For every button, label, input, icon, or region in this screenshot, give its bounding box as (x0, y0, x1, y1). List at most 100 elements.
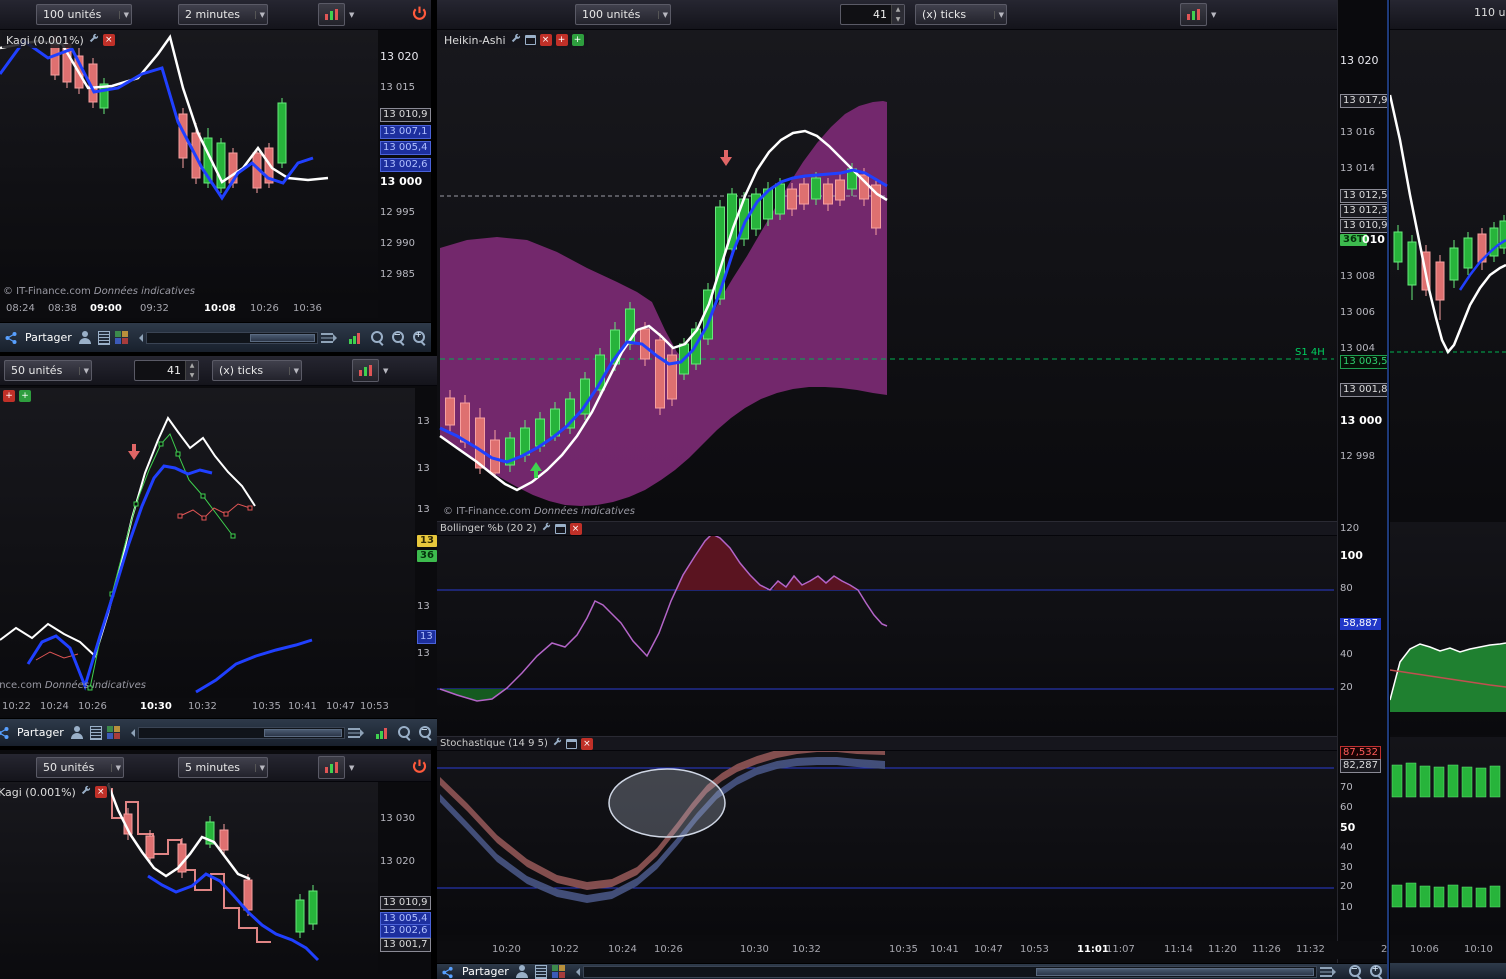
right-indicator-2-chart[interactable] (1390, 737, 1506, 935)
zoom-out-icon[interactable]: − (1347, 964, 1363, 979)
time-label: 10:24 (40, 701, 69, 712)
time-label: 11:14 (1164, 944, 1193, 955)
scroll-left-icon[interactable] (135, 333, 143, 342)
units-partial-value[interactable]: 110 u (1474, 6, 1505, 19)
units-dropdown[interactable]: 50 unités ▼ (4, 360, 92, 381)
add-sell-icon[interactable]: + (555, 34, 568, 46)
chevron-down-icon[interactable]: ▼ (383, 367, 388, 375)
zoom-out-icon[interactable]: − (390, 330, 406, 345)
add-buy-icon[interactable]: + (19, 390, 31, 402)
timeframe-dropdown[interactable]: 2 minutes ▼ (178, 4, 268, 25)
chevron-down-icon[interactable]: ▼ (349, 11, 354, 19)
close-icon[interactable]: × (102, 34, 115, 46)
layout-grid-icon[interactable] (106, 726, 120, 739)
time-label: 10:26 (654, 944, 683, 955)
right-indicator-1-chart[interactable] (1390, 522, 1506, 735)
wrench-icon[interactable] (552, 737, 562, 750)
auto-fit-icon[interactable] (348, 330, 364, 345)
chevron-down-icon[interactable]: ▼ (349, 764, 354, 772)
scrollbar-track[interactable] (137, 726, 345, 739)
scrollbar-menu-icon[interactable] (348, 727, 360, 738)
window-icon[interactable] (565, 738, 577, 749)
kagi-chart[interactable] (0, 782, 378, 979)
scrollbar-thumb[interactable] (1035, 967, 1314, 976)
document-icon[interactable] (89, 726, 102, 740)
chart-style-button[interactable] (352, 359, 379, 382)
close-icon[interactable]: × (569, 522, 582, 535)
spinner-up-icon[interactable]: ▲ (892, 5, 904, 15)
spinner-down-icon[interactable]: ▼ (186, 371, 198, 381)
scrollbar-menu-icon[interactable] (321, 332, 333, 343)
horizontal-scrollbar[interactable] (572, 965, 1340, 979)
add-sell-icon[interactable]: + (3, 390, 15, 402)
right-main-chart[interactable] (1390, 30, 1506, 510)
wrench-icon[interactable] (88, 33, 99, 47)
bollinger-b-chart[interactable] (437, 522, 1337, 735)
document-icon[interactable] (534, 965, 547, 979)
share-icon[interactable] (0, 725, 12, 740)
window-icon[interactable] (524, 35, 536, 45)
document-icon[interactable] (97, 331, 110, 345)
units-dropdown[interactable]: 100 unités ▼ (575, 4, 671, 25)
share-icon[interactable] (4, 330, 20, 345)
ticks-unit-dropdown[interactable]: (x) ticks ▼ (915, 4, 1007, 25)
scrollbar-menu-icon[interactable] (1320, 966, 1332, 977)
scrollbar-thumb[interactable] (264, 728, 342, 737)
layout-grid-icon[interactable] (551, 965, 565, 978)
window-icon[interactable] (554, 523, 566, 534)
scroll-right-icon[interactable] (1332, 967, 1340, 976)
wrench-icon[interactable] (80, 785, 91, 799)
chevron-down-icon: ▼ (78, 366, 89, 375)
horizontal-scrollbar[interactable] (127, 726, 368, 740)
scrollbar-track[interactable] (145, 331, 318, 344)
units-value: 100 unités (43, 8, 102, 21)
stochastic-chart[interactable] (437, 737, 1337, 935)
person-icon[interactable] (77, 330, 93, 345)
units-dropdown[interactable]: 100 unités ▼ (36, 4, 132, 25)
zoom-in-icon[interactable]: + (411, 330, 427, 345)
timeframe-dropdown[interactable]: 5 minutes ▼ (178, 757, 268, 778)
person-icon[interactable] (514, 964, 530, 979)
zoom-fit-icon[interactable] (396, 725, 412, 740)
scroll-right-icon[interactable] (333, 333, 341, 342)
share-button[interactable]: Partager (17, 726, 64, 739)
auto-fit-icon[interactable] (375, 725, 391, 740)
scroll-left-icon[interactable] (127, 728, 135, 737)
close-icon[interactable]: × (580, 737, 593, 750)
add-buy-icon[interactable]: + (571, 34, 584, 46)
chart-style-button[interactable] (318, 3, 345, 26)
wrench-icon[interactable] (541, 522, 551, 535)
share-button[interactable]: Partager (462, 965, 509, 978)
spinner-up-icon[interactable]: ▲ (186, 361, 198, 371)
price-label: 13 (417, 463, 430, 474)
zoom-reset-icon[interactable] (369, 330, 385, 345)
units-dropdown[interactable]: 50 unités ▼ (36, 757, 124, 778)
share-button[interactable]: Partager (25, 331, 72, 344)
chart-style-icon (356, 363, 375, 378)
chevron-down-icon[interactable]: ▼ (1211, 11, 1216, 19)
kagi-chart[interactable] (0, 30, 378, 300)
wrench-icon[interactable] (510, 33, 521, 47)
ticks-stepper[interactable]: 41 ▲ ▼ (134, 360, 199, 381)
ticks-value: 41 (873, 8, 887, 21)
zoom-out-icon[interactable]: − (417, 725, 433, 740)
horizontal-scrollbar[interactable] (135, 331, 341, 345)
layout-grid-icon[interactable] (114, 331, 128, 344)
scrollbar-thumb[interactable] (250, 333, 315, 342)
ticks-unit-dropdown[interactable]: (x) ticks ▼ (212, 360, 302, 381)
chart-style-button[interactable] (1180, 3, 1207, 26)
chart-style-button[interactable] (318, 756, 345, 779)
close-icon[interactable]: × (539, 34, 552, 46)
scroll-left-icon[interactable] (572, 967, 580, 976)
spinner-down-icon[interactable]: ▼ (892, 15, 904, 25)
close-icon[interactable]: × (94, 786, 107, 798)
scrollbar-track[interactable] (582, 965, 1317, 978)
time-label: 10:22 (2, 701, 31, 712)
share-icon[interactable] (441, 964, 457, 979)
person-icon[interactable] (69, 725, 85, 740)
ticks-stepper[interactable]: 41 ▲ ▼ (840, 4, 905, 25)
ticks-chart[interactable] (0, 388, 415, 698)
heikin-ashi-chart[interactable]: S1 4H (437, 30, 1337, 510)
zoom-in-icon[interactable]: + (1368, 964, 1384, 979)
scroll-right-icon[interactable] (360, 728, 368, 737)
